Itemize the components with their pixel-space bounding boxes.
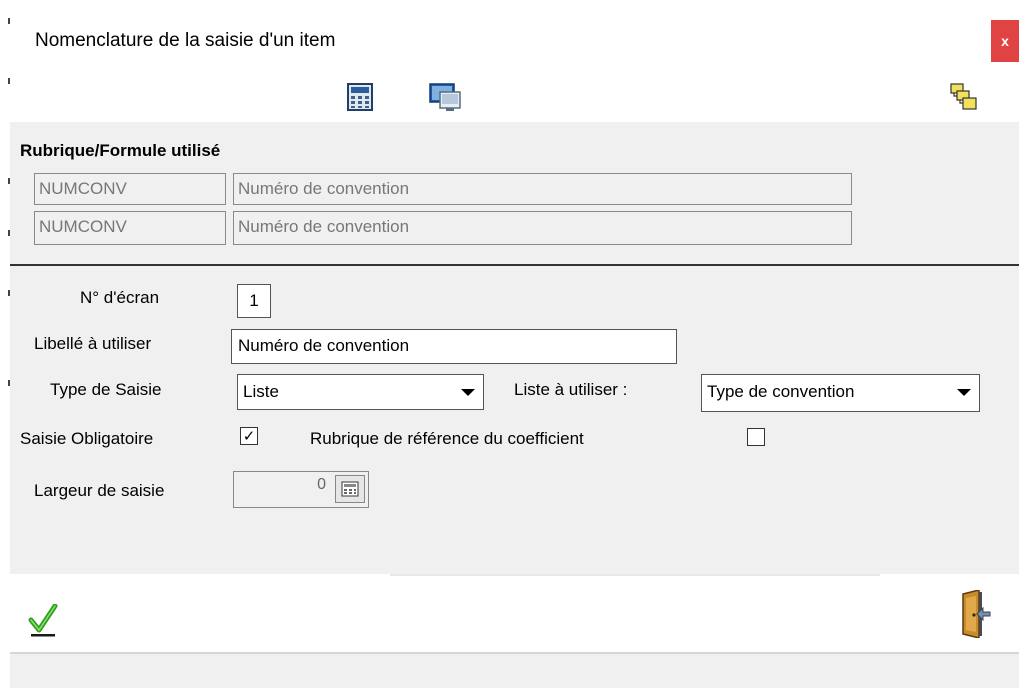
ecran-input[interactable]: 1 [237,284,271,318]
close-icon: x [1001,33,1009,49]
largeur-input[interactable]: 0 [233,471,369,508]
exit-door-icon[interactable] [961,589,991,639]
liste-label: Liste à utiliser : [514,380,628,399]
dropdown-arrow-icon [461,389,475,396]
coefficient-checkbox[interactable] [747,428,765,446]
obligatoire-label: Saisie Obligatoire [20,429,154,448]
dropdown-arrow-icon [957,389,971,396]
liste-select[interactable]: Type de convention [701,374,980,412]
ecran-label: N° d'écran [80,288,160,307]
formule-label-field: Numéro de convention [233,211,852,245]
libelle-input[interactable]: Numéro de convention [231,329,677,364]
type-saisie-value: Liste [243,382,279,401]
window-title: Nomenclature de la saisie d'un item [35,30,336,51]
section-heading: Rubrique/Formule utilisé [20,141,221,160]
divider [390,574,880,576]
checkmark-icon: ✓ [242,427,256,445]
obligatoire-checkbox[interactable]: ✓ [240,427,258,445]
status-bar [10,654,1019,688]
coefficient-label: Rubrique de référence du coefficient [310,429,584,448]
calculator-small-icon[interactable] [335,475,365,503]
rubrique-label-field: Numéro de convention [233,173,852,205]
section-divider [10,264,1019,266]
liste-value: Type de convention [707,382,855,401]
libelle-label: Libellé à utiliser [34,334,152,353]
validate-check-icon[interactable] [28,603,58,638]
monitor-icon[interactable] [428,82,462,112]
rubrique-code-field: NUMCONV [34,173,226,205]
type-saisie-select[interactable]: Liste [237,374,484,410]
close-button[interactable]: x [991,20,1019,62]
edge-marker [8,18,10,24]
formule-code-field: NUMCONV [34,211,226,245]
type-saisie-label: Type de Saisie [50,380,162,399]
copy-fields-icon[interactable] [950,83,978,111]
largeur-label: Largeur de saisie [34,481,165,500]
edge-marker [8,78,10,84]
calculator-icon[interactable] [347,83,373,111]
largeur-value: 0 [317,476,326,493]
